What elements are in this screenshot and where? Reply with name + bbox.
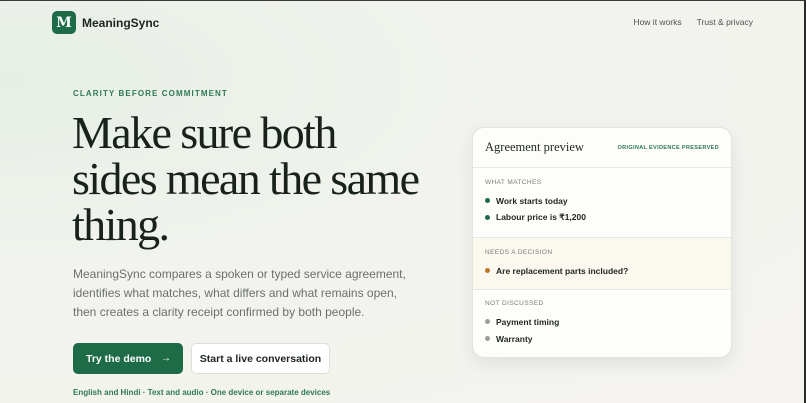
item-label: Warranty — [496, 333, 533, 344]
item-label: Labour price is ₹1,200 — [496, 212, 586, 222]
brand-name: MeaningSync — [82, 15, 160, 30]
hero-footnote: English and Hindi · Text and audio · One… — [73, 388, 331, 397]
window-top-border — [0, 0, 806, 1]
brand-logo[interactable]: M MeaningSync — [52, 11, 159, 34]
status-dot-gray-icon — [485, 319, 490, 324]
list-item: Are replacement parts included? — [485, 262, 719, 279]
section-needs-decision: NEEDS A DECISION Are replacement parts i… — [473, 238, 731, 290]
headline-line-2: sides mean the same — [72, 153, 420, 204]
headline-line-1: Make sure both — [72, 107, 337, 158]
section-not-discussed: NOT DISCUSSED Payment timing Warranty — [473, 290, 731, 357]
status-dot-green-icon — [485, 198, 490, 203]
list-item: Payment timing — [485, 313, 719, 330]
top-nav: How it works Trust & privacy — [633, 17, 753, 27]
section-label: NOT DISCUSSED — [485, 300, 544, 307]
arrow-right-icon: → — [161, 353, 171, 364]
item-label: Payment timing — [496, 316, 560, 327]
evidence-badge: ORIGINAL EVIDENCE PRESERVED — [617, 144, 719, 151]
list-item: Warranty — [485, 330, 719, 347]
status-dot-green-icon — [485, 215, 490, 220]
card-title: Agreement preview — [485, 140, 584, 154]
hero-eyebrow: CLARITY BEFORE COMMITMENT — [73, 89, 228, 98]
nav-trust-privacy[interactable]: Trust & privacy — [697, 17, 753, 27]
headline-line-3: thing. — [72, 199, 170, 250]
agreement-preview-card: Agreement preview ORIGINAL EVIDENCE PRES… — [472, 127, 732, 358]
list-item: Labour price is ₹1,200 — [485, 209, 719, 226]
status-dot-amber-icon — [485, 268, 490, 273]
item-label: Work starts today — [496, 195, 568, 206]
list-item: Work starts today — [485, 192, 719, 209]
section-what-matches: WHAT MATCHES Work starts today Labour pr… — [473, 168, 731, 238]
section-label: NEEDS A DECISION — [485, 249, 553, 256]
nav-how-it-works[interactable]: How it works — [633, 17, 681, 27]
section-label: WHAT MATCHES — [485, 179, 542, 186]
hero-description: MeaningSync compares a spoken or typed s… — [73, 267, 406, 319]
logo-mark-icon: M — [52, 11, 76, 34]
try-demo-label: Try the demo — [86, 352, 152, 365]
try-demo-button[interactable]: Try the demo → — [73, 343, 183, 374]
card-header: Agreement preview ORIGINAL EVIDENCE PRES… — [473, 128, 731, 168]
status-dot-gray-icon — [485, 336, 490, 341]
start-live-conversation-button[interactable]: Start a live conversation — [191, 343, 330, 374]
item-label: Are replacement parts included? — [496, 265, 629, 276]
hero-headline: Make sure both sides mean the same thing… — [72, 110, 442, 248]
